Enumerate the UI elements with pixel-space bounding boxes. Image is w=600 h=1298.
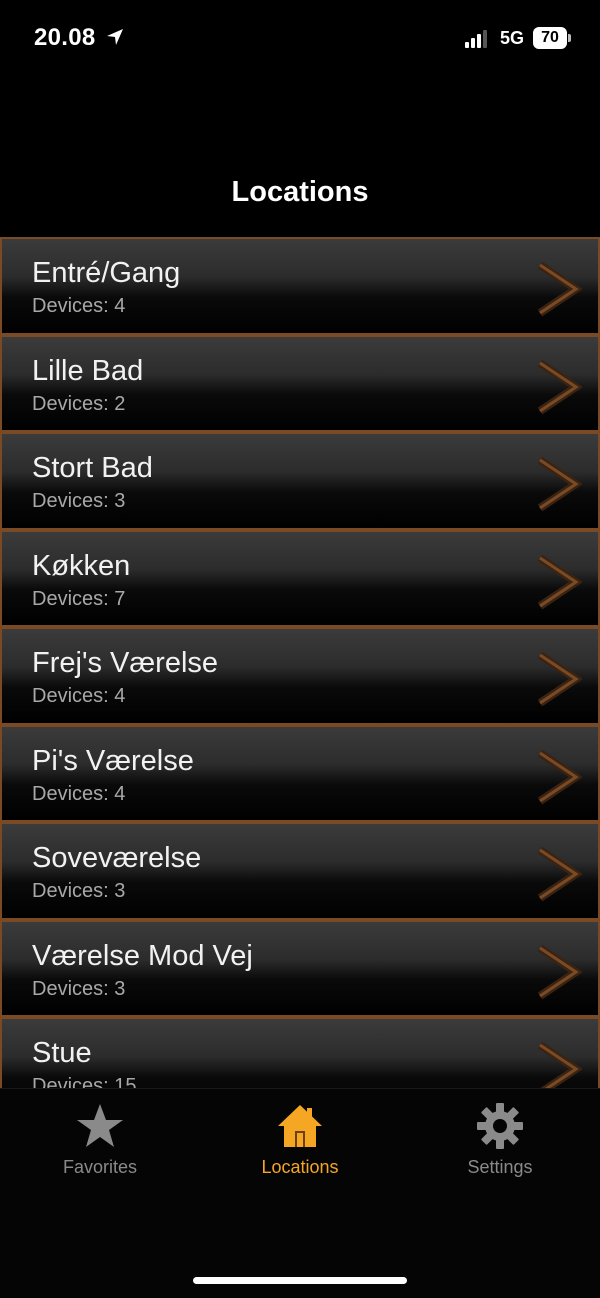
- battery-nub: [568, 34, 571, 42]
- location-device-count: Devices: 7: [32, 587, 126, 610]
- location-row[interactable]: Pi's Værelse Devices: 4: [0, 724, 600, 822]
- location-device-count: Devices: 2: [32, 392, 126, 415]
- location-row[interactable]: Lille Bad Devices: 2: [0, 334, 600, 432]
- star-icon: [77, 1104, 123, 1147]
- location-device-count: Devices: 3: [32, 880, 126, 902]
- tab-settings[interactable]: Settings: [400, 1101, 600, 1178]
- chevron-right-icon: [537, 944, 582, 999]
- network-type: 5G: [500, 28, 525, 48]
- location-row[interactable]: Entré/Gang Devices: 4: [0, 237, 600, 335]
- tab-locations[interactable]: Locations: [200, 1101, 400, 1178]
- chevron-right-icon: [537, 456, 582, 512]
- location-device-count: Devices: 4: [32, 782, 126, 805]
- house-icon: [278, 1105, 322, 1147]
- chevron-right-icon: [537, 846, 582, 902]
- location-name: Stort Bad: [32, 452, 153, 484]
- status-time: 20.08: [34, 24, 96, 51]
- location-name: Lille Bad: [32, 354, 144, 387]
- location-name: Køkken: [32, 549, 131, 582]
- location-device-count: Devices: 3: [32, 490, 126, 512]
- status-bar: 20.08 5G 70: [0, 0, 600, 80]
- location-row[interactable]: Soveværelse Devices: 3: [0, 822, 600, 920]
- location-device-count: Devices: 3: [32, 977, 126, 1000]
- location-row[interactable]: Frej's Værelse Devices: 4: [0, 627, 600, 725]
- chevron-right-icon: [537, 554, 582, 609]
- location-row[interactable]: Køkken Devices: 7: [0, 529, 600, 627]
- location-row[interactable]: Stort Bad Devices: 3: [0, 432, 600, 530]
- page-title: Locations: [231, 176, 369, 208]
- location-list[interactable]: Entré/Gang Devices: 4 Lille Bad Devices: 2 S…: [0, 237, 600, 1088]
- location-device-count: Devices: 4: [32, 685, 126, 707]
- location-name: Entré/Gang: [32, 257, 181, 289]
- chevron-right-icon: [537, 749, 582, 804]
- chevron-right-icon: [537, 1041, 582, 1088]
- location-name: Pi's Værelse: [32, 744, 194, 777]
- location-device-count: Devices: 4: [32, 295, 126, 317]
- tab-bar: Favorites Locations Settings: [0, 1088, 600, 1298]
- chevron-right-icon: [537, 359, 582, 414]
- tab-favorites[interactable]: Favorites: [0, 1101, 200, 1178]
- location-device-count: Devices: 15: [32, 1075, 137, 1088]
- battery-icon: 70: [533, 27, 567, 49]
- location-name: Stue: [32, 1037, 92, 1069]
- tab-favorites-label: Favorites: [62, 1157, 138, 1177]
- chevron-right-icon: [537, 261, 582, 317]
- tab-locations-label: Locations: [261, 1157, 339, 1177]
- location-arrow-icon: [107, 29, 123, 45]
- cellular-signal-icon: [465, 30, 487, 48]
- location-row[interactable]: Værelse Mod Vej Devices: 3: [0, 919, 600, 1017]
- tab-settings-label: Settings: [467, 1157, 533, 1177]
- chevron-right-icon: [537, 651, 582, 707]
- location-name: Frej's Værelse: [32, 647, 219, 679]
- home-indicator: [193, 1277, 407, 1284]
- gear-icon: [477, 1103, 523, 1149]
- location-name: Værelse Mod Vej: [32, 939, 253, 972]
- location-row[interactable]: Stue Devices: 15: [0, 1017, 600, 1088]
- location-name: Soveværelse: [32, 842, 202, 874]
